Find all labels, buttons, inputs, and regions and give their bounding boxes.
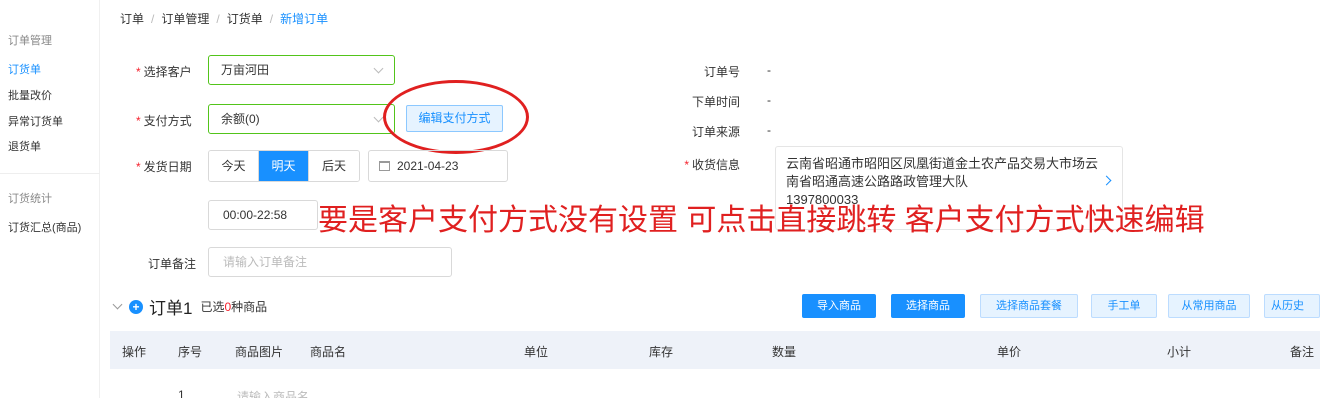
manual-order-button[interactable]: 手工单 [1091,294,1157,318]
breadcrumb-item-new-order: 新增订单 [280,12,329,26]
breadcrumb-separator: / [151,12,155,26]
sidebar-group-order-management: 订单管理 [8,35,52,47]
column-header: 数量 [772,345,797,359]
sidebar: 订单管理 订货单 批量改价 异常订货单 退货单 订货统计 订货汇总(商品) [0,0,100,398]
date-option-tomorrow[interactable]: 明天 [259,151,309,181]
sidebar-item-batch-price[interactable]: 批量改价 [8,87,52,103]
annotation-text: 要是客户支付方式没有设置 可点击直接跳转 客户支付方式快速编辑 [318,204,1205,237]
ship-date-quick-select: 今天 明天 后天 [208,150,360,182]
required-mark: * [684,158,689,172]
receiver-address: 云南省昭通市昭阳区凤凰街道金土农产品交易大市场云南省昭通高速公路路政管理大队 [786,156,1099,189]
column-header: 库存 [649,345,674,359]
ship-date-input[interactable]: 2021-04-23 [368,150,508,182]
row-index: 1 [178,388,185,398]
breadcrumb-separator: / [269,12,274,26]
ship-date-label: * 发货日期 [136,160,192,174]
product-name-input[interactable]: 请输入商品名 [237,388,309,398]
highlight-circle [383,80,529,154]
payment-select[interactable]: 余额(0) [208,104,395,134]
order-source-value: - [767,123,771,137]
breadcrumb-separator: / [216,12,220,26]
select-product-bundle-button[interactable]: 选择商品套餐 [980,294,1078,318]
main-content: 订单 / 订单管理 / 订货单 / 新增订单 * 选择客户 万亩河田 * 支付方式 余额(0) … [100,0,1320,398]
sidebar-item-purchase-order[interactable]: 订货单 [8,61,41,77]
order-no-value: - [767,63,771,77]
add-order-icon[interactable]: + [129,299,143,314]
column-header: 单位 [524,345,549,359]
column-header: 备注 [1290,345,1315,359]
sidebar-item-abnormal-order[interactable]: 异常订货单 [8,113,63,129]
date-option-day-after[interactable]: 后天 [309,151,359,181]
breadcrumb: 订单 / 订单管理 / 订货单 / 新增订单 [120,10,328,27]
customer-select[interactable]: 万亩河田 [208,55,395,85]
column-header: 操作 [122,345,147,359]
chevron-down-icon [373,63,384,74]
order-no-label: 订单号 [703,65,740,79]
column-header: 序号 [178,345,203,359]
calendar-icon [379,161,390,171]
receiver-label: * 收货信息 [684,158,740,172]
chevron-down-icon [373,112,384,123]
memo-input[interactable]: 请输入订单备注 [208,247,452,277]
order-source-label: 订单来源 [691,125,740,139]
select-products-button[interactable]: 选择商品 [891,294,965,318]
date-option-today[interactable]: 今天 [209,151,259,181]
chevron-down-icon[interactable] [112,299,123,310]
breadcrumb-item-order-management[interactable]: 订单管理 [161,12,209,26]
from-history-button[interactable]: 从历史 [1264,294,1320,318]
order-time-value: - [767,93,771,107]
required-mark: * [136,114,141,128]
column-header: 单价 [997,345,1022,359]
customer-select-value: 万亩河田 [221,63,270,77]
order-title: 订单1 [149,299,193,318]
selected-count-text: 已选0种商品 [200,300,268,314]
memo-label: 订单备注 [148,257,197,271]
sidebar-item-order-summary[interactable]: 订货汇总(商品) [8,219,81,235]
table-header: 操作 序号 商品图片 商品名 单位 库存 数量 单价 小计 备注 [110,331,1320,369]
ship-date-value: 2021-04-23 [397,159,459,173]
breadcrumb-item-order[interactable]: 订单 [120,12,144,26]
payment-select-value: 余额(0) [221,112,260,126]
sidebar-item-return-order[interactable]: 退货单 [8,138,41,154]
required-mark: * [136,160,141,174]
sidebar-group-order-stats: 订货统计 [8,193,52,205]
required-mark: * [136,65,141,79]
column-header: 商品图片 [235,345,284,359]
from-frequent-products-button[interactable]: 从常用商品 [1168,294,1250,318]
column-header: 小计 [1167,345,1192,359]
customer-label: * 选择客户 [136,65,192,79]
order-time-label: 下单时间 [691,95,740,109]
column-header: 商品名 [310,345,347,359]
time-range-input[interactable]: 00:00-22:58 [208,200,318,230]
breadcrumb-item-purchase-order[interactable]: 订货单 [227,12,263,26]
import-products-button[interactable]: 导入商品 [802,294,876,318]
order-section-header: + 订单1 已选0种商品 [112,294,268,319]
payment-label: * 支付方式 [136,114,192,128]
sidebar-divider [0,173,100,174]
